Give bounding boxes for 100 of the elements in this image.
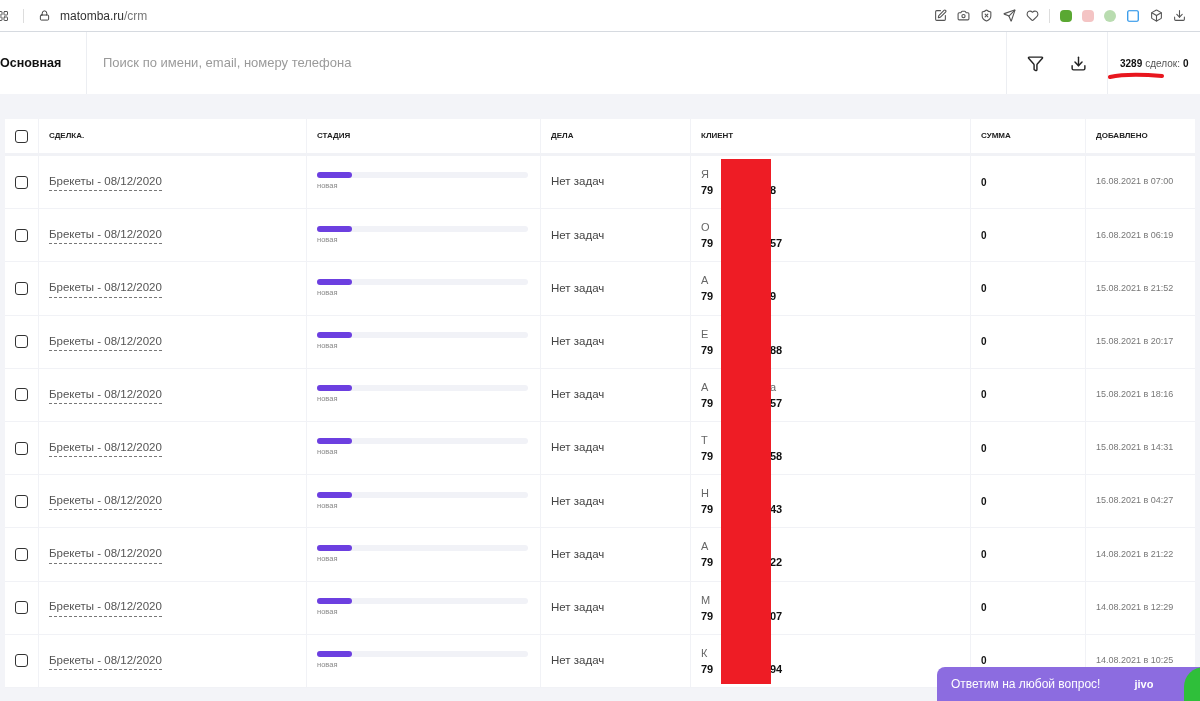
sum-text: 0 <box>981 654 987 669</box>
client-phone: 88 <box>770 342 783 358</box>
checkbox[interactable] <box>15 228 28 242</box>
client-phone: 94 <box>770 661 783 677</box>
sum-text: 0 <box>981 494 987 509</box>
date-text: 15.08.2021 в 18:16 <box>1096 388 1174 402</box>
tasks-text: Нет задач <box>551 599 605 615</box>
column-header[interactable]: КЛИЕНТ <box>701 130 734 142</box>
client-name: М <box>701 592 712 608</box>
sum-text: 0 <box>981 601 987 616</box>
client-phone: 79 <box>701 502 715 518</box>
checkbox[interactable] <box>15 601 28 615</box>
deal-link[interactable]: Брекеты - 08/12/2020 <box>49 385 162 404</box>
client-name: А <box>701 273 710 289</box>
deal-link[interactable]: Брекеты - 08/12/2020 <box>49 172 162 192</box>
download-icon[interactable] <box>1173 9 1186 22</box>
client-phone: 79 <box>701 289 715 305</box>
deal-link[interactable]: Брекеты - 08/12/2020 <box>49 545 162 564</box>
column-header[interactable]: ДЕЛА <box>551 130 574 142</box>
tasks-text: Нет задач <box>551 387 605 403</box>
client-name: А <box>701 379 710 395</box>
client-phone: 79 <box>701 236 715 252</box>
client-phone: 8 <box>770 183 777 199</box>
deal-count-label: сделок: <box>1145 56 1180 71</box>
date-text: 15.08.2021 в 21:52 <box>1096 281 1174 295</box>
tasks-text: Нет задач <box>551 174 605 190</box>
column-header[interactable]: СТАДИЯ <box>317 130 351 142</box>
checkbox[interactable] <box>15 388 28 402</box>
deal-count: 3289 <box>1120 56 1143 71</box>
underline-mark <box>1108 72 1164 80</box>
column-header[interactable]: ДОБАВЛЕНО <box>1096 130 1148 142</box>
client-name: Я <box>701 167 710 183</box>
client-phone: 9 <box>770 289 777 305</box>
client-phone: 43 <box>770 502 783 518</box>
sum-text: 0 <box>981 388 987 403</box>
client-phone: 79 <box>701 183 715 199</box>
filter-icon[interactable] <box>1027 54 1044 72</box>
client-phone: 79 <box>701 555 715 571</box>
sum-text: 0 <box>981 335 987 350</box>
client-name: О <box>701 220 711 236</box>
sum-text: 0 <box>981 281 987 296</box>
checkbox[interactable] <box>15 654 28 668</box>
tasks-text: Нет задач <box>551 227 605 243</box>
download-icon[interactable] <box>1070 54 1087 72</box>
client-name: А <box>701 539 710 555</box>
apps-icon[interactable] <box>0 9 9 22</box>
client-phone: 22 <box>770 555 783 571</box>
lock-icon[interactable] <box>39 10 50 21</box>
date-text: 15.08.2021 в 04:27 <box>1096 494 1174 508</box>
deal-link[interactable]: Брекеты - 08/12/2020 <box>49 598 162 617</box>
tasks-text: Нет задач <box>551 440 605 456</box>
client-phone: 79 <box>701 342 715 358</box>
date-text: 14.08.2021 в 21:22 <box>1096 547 1174 561</box>
chat-widget[interactable]: Ответим на любой вопрос! jivo <box>937 667 1200 701</box>
chat-brand: jivo <box>1134 676 1154 692</box>
date-text: 16.08.2021 в 07:00 <box>1096 175 1174 189</box>
date-text: 15.08.2021 в 14:31 <box>1096 441 1174 455</box>
tasks-text: Нет задач <box>551 653 605 669</box>
client-phone: 57 <box>770 236 783 252</box>
deal-count-value: 0 <box>1183 56 1189 71</box>
client-phone: 58 <box>770 449 783 465</box>
client-name: Т <box>701 433 709 449</box>
checkbox[interactable] <box>15 175 28 189</box>
checkbox[interactable] <box>15 441 28 455</box>
client-phone: 79 <box>701 395 715 411</box>
sum-text: 0 <box>981 547 987 562</box>
checkbox[interactable] <box>15 494 28 508</box>
checkbox[interactable] <box>15 281 28 295</box>
date-text: 15.08.2021 в 20:17 <box>1096 334 1174 348</box>
client-name: К <box>701 645 709 661</box>
deal-link[interactable]: Брекеты - 08/12/2020 <box>49 332 162 351</box>
column-header[interactable]: СУММА <box>981 130 1011 142</box>
client-phone: 57 <box>770 395 783 411</box>
date-text: 16.08.2021 в 06:19 <box>1096 228 1174 242</box>
client-name: а <box>770 379 778 395</box>
tasks-text: Нет задач <box>551 280 605 296</box>
address-field[interactable]: matomba.ru/crm <box>60 6 148 25</box>
date-text: 14.08.2021 в 12:29 <box>1096 600 1174 614</box>
client-phone: 79 <box>701 608 715 624</box>
deal-link[interactable]: Брекеты - 08/12/2020 <box>49 279 162 298</box>
tasks-text: Нет задач <box>551 493 605 509</box>
client-name: Е <box>701 326 710 342</box>
search-field[interactable]: Поиск по имени, email, номеру телефона <box>87 32 1006 94</box>
deal-link[interactable]: Брекеты - 08/12/2020 <box>49 492 162 511</box>
column-header[interactable]: СДЕЛКА. <box>49 130 85 142</box>
chat-text: Ответим на любой вопрос! <box>951 676 1101 693</box>
checkbox[interactable] <box>15 547 28 561</box>
sum-text: 0 <box>981 441 987 456</box>
checkbox[interactable] <box>15 335 28 349</box>
tasks-text: Нет задач <box>551 546 605 562</box>
client-name: Н <box>701 486 710 502</box>
sum-text: 0 <box>981 228 987 243</box>
date-text: 14.08.2021 в 10:25 <box>1096 654 1174 668</box>
deal-link[interactable]: Брекеты - 08/12/2020 <box>49 438 162 458</box>
checkbox[interactable] <box>15 129 28 143</box>
deal-link[interactable]: Брекеты - 08/12/2020 <box>49 226 162 245</box>
client-phone: 79 <box>701 449 715 465</box>
sum-text: 0 <box>981 175 987 190</box>
deal-link[interactable]: Брекеты - 08/12/2020 <box>49 651 162 670</box>
client-phone: 79 <box>701 661 715 677</box>
